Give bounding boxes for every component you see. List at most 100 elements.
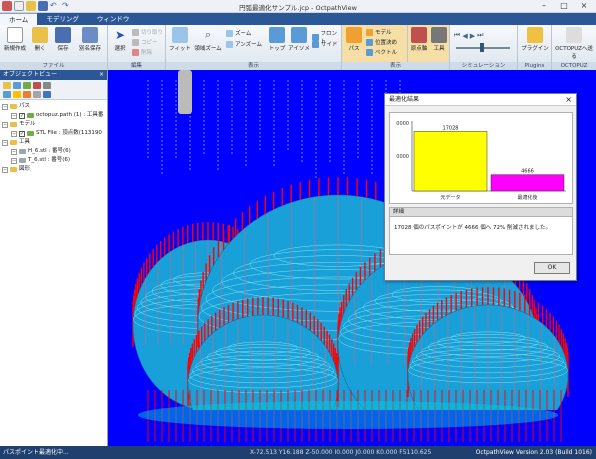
puzzle-icon [527,27,543,43]
first-icon[interactable]: ⏮ [454,31,460,40]
tab-home[interactable]: ホーム [0,13,38,25]
tool-toggle[interactable]: 工具 [430,27,448,52]
expand-toggle-icon[interactable]: − [11,148,17,155]
ok-button[interactable]: OK [534,262,570,274]
expand-toggle-icon[interactable]: − [11,130,17,137]
rect-zoom-button[interactable]: ⌕ 領域ズーム [193,27,223,52]
tab-modeling[interactable]: モデリング [37,13,88,25]
iso-view-button[interactable]: アイソメ [288,27,310,52]
file-group-label: ファイル [0,62,107,70]
display-group-label: 表示 [342,62,449,70]
tree-item[interactable]: − T_6.stl : 番号(6) [2,156,105,165]
toolbar-icon-9[interactable] [33,91,41,98]
toolbar-icon-2[interactable] [13,82,21,89]
toolbar-icon-5[interactable] [43,82,51,89]
fit-button[interactable]: フィット [169,27,191,52]
dialog-title-bar: 最適化結果 × [385,94,576,106]
scissors-icon [132,28,139,36]
sim-controls[interactable]: ⏮ ◀ ▶ ⏭ [454,31,483,40]
save-as-button[interactable]: 別名保存 [76,27,104,52]
position-toggle[interactable]: 位置決め [366,38,397,46]
side-view-button[interactable]: サイド [312,40,338,48]
tree-item[interactable]: − 図形 [2,165,105,174]
visibility-checkbox[interactable]: ✓ [19,130,25,137]
display-group-2: 原点軸 工具 表示 [342,25,450,70]
file-group: 新規作成 開く 保存 別名保存 ファイル [0,25,108,70]
expand-toggle-icon[interactable]: − [11,112,17,119]
tab-window[interactable]: ウィンドウ [88,13,139,25]
tree-item[interactable]: − H_6.stl : 番号(6) [2,147,105,156]
cut-button[interactable]: 切り取り [132,28,163,36]
origin-axis-toggle[interactable]: 原点軸 [409,27,429,52]
top-view-button[interactable]: トップ [266,27,288,52]
sim-slider-thumb[interactable] [480,43,484,52]
zoom-button[interactable]: ズーム [226,29,251,37]
status-message: パスポイント最適化中... [3,449,69,456]
tree-item[interactable]: − ✓ octopuz.path (1) : 工具番 [2,111,105,120]
unzoom-button[interactable]: アンズーム [226,40,262,48]
tool-icon [431,27,447,43]
prev-icon[interactable]: ◀ [462,32,467,40]
ribbon: 新規作成 開く 保存 別名保存 ファイル ➤ 選択 切り取り コピー 削除 編集 … [0,25,596,70]
save-icon [55,27,71,43]
save-button[interactable]: 保存 [53,27,73,52]
tool-shank [178,70,192,114]
item-icon [27,113,34,118]
tree-item[interactable]: − 工具 [2,138,105,147]
dialog-close-icon[interactable]: × [565,94,572,106]
minimize-icon[interactable]: – [534,0,554,12]
plugins-group: プラグイン Plugins [518,25,552,70]
tree-item[interactable]: − パス [2,102,105,111]
toolbar-icon-1[interactable] [3,82,11,89]
delete-button[interactable]: 削除 [132,48,152,56]
select-button[interactable]: ➤ 選択 [111,27,129,52]
expand-toggle-icon[interactable]: − [2,166,8,173]
open-button[interactable]: 開く [30,27,50,52]
tree-item-label: octopuz.path (1) : 工具番 [36,112,104,118]
delete-icon [132,48,139,56]
visibility-checkbox[interactable]: ✓ [19,112,25,119]
tree-item[interactable]: − ✓ STL File : 頂点数(113190 [2,129,105,138]
expand-toggle-icon[interactable]: − [11,157,17,164]
maximize-icon[interactable]: □ [554,0,574,12]
next-icon[interactable]: ⏭ [477,31,483,40]
path-icon [346,27,362,43]
bar-value-label: 4666 [521,169,534,175]
path-toggle[interactable]: パス [344,27,364,52]
play-icon[interactable]: ▶ [470,32,475,40]
tree-item[interactable]: − モデル [2,120,105,129]
bar [490,174,565,192]
tree-item-label: 図形 [19,166,31,172]
toolbar-icon-6[interactable] [3,91,11,98]
folder-icon [10,122,17,127]
expand-toggle-icon[interactable]: − [2,139,8,146]
vector-toggle[interactable]: ベクトル [366,48,397,56]
toolbar-icon-8[interactable] [23,91,31,98]
toolbar-icon-4[interactable] [33,82,41,89]
expand-toggle-icon[interactable]: − [2,121,8,128]
top-cube-icon [269,27,285,43]
folder-icon [10,167,17,172]
dialog-title: 最適化結果 [389,96,420,103]
toolbar-icon-7[interactable] [13,91,21,98]
toolbar-icon-10[interactable] [43,91,51,98]
close-icon[interactable]: × [574,0,594,12]
plugin-button[interactable]: プラグイン [520,27,550,52]
new-button[interactable]: 新規作成 [3,27,27,52]
view-group-label: 表示 [166,62,341,70]
detail-message: 17028 個のパスポイントが 4666 個へ 72% 削減されました。 [389,217,573,255]
model-toggle[interactable]: モデル [366,28,392,36]
panel-close-icon[interactable]: × [99,70,104,80]
iso-cube-icon [291,27,307,43]
magnifier-icon: ⌕ [204,28,212,41]
tree-item-label: パス [19,103,31,109]
status-bar: パスポイント最適化中... X-72.513 Y16.188 Z-50.000 … [0,446,596,459]
folder-icon [10,140,17,145]
tree-item-label: H_6.stl : 番号(6) [28,148,71,154]
copy-button[interactable]: コピー [132,38,158,46]
y-tick-label: 0000 [396,154,409,160]
expand-toggle-icon[interactable]: − [2,103,8,110]
new-file-icon [7,27,23,43]
toolbar-icon-3[interactable] [23,82,31,89]
send-octopuz-button[interactable]: OCTOPUZへ送る [554,27,594,60]
